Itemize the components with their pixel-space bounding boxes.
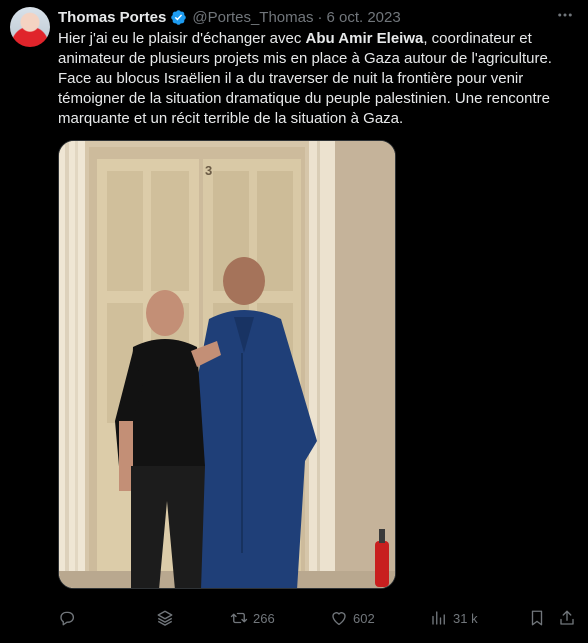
door-number: 3 [205,163,212,178]
verified-badge-icon [171,9,187,25]
views-chart-icon [432,611,445,625]
reply-button[interactable] [58,606,76,630]
tweet-text: Hier j'ai eu le plaisir d'échanger avec … [58,29,578,129]
tweet-actions: 266 602 31 k [58,606,580,630]
layers-icon [157,610,173,626]
retweet-button[interactable]: 266 [230,606,275,630]
bookmark-icon [531,610,543,626]
author-handle[interactable]: @Portes_Thomas [192,9,313,26]
retweet-icon [230,612,248,624]
photo-scene: 3 [59,141,395,588]
views-button[interactable]: 31 k [430,606,478,630]
like-button[interactable]: 602 [330,606,375,630]
tweet-text-part1: Hier j'ai eu le plaisir d'échanger avec [58,30,306,47]
heart-icon [332,612,346,626]
like-count: 602 [353,610,375,626]
reply-icon [60,611,75,626]
bookmark-button[interactable] [528,606,546,630]
grok-button[interactable] [156,606,174,630]
avatar[interactable] [10,7,50,47]
tweet: Thomas Portes @Portes_Thomas · 6 oct. 20… [0,0,588,643]
header-separator: · [317,8,323,26]
share-icon [560,610,574,625]
tweet-date[interactable]: 6 oct. 2023 [326,9,400,26]
tweet-photo[interactable]: 3 [58,140,396,589]
views-count: 31 k [453,610,478,626]
author-name[interactable]: Thomas Portes [58,9,166,26]
retweet-count: 266 [253,610,275,626]
more-options-icon[interactable] [556,6,574,24]
share-button[interactable] [558,606,576,630]
mentioned-person: Abu Amir Eleiwa [305,30,424,47]
tweet-header: Thomas Portes @Portes_Thomas · 6 oct. 20… [58,7,401,27]
